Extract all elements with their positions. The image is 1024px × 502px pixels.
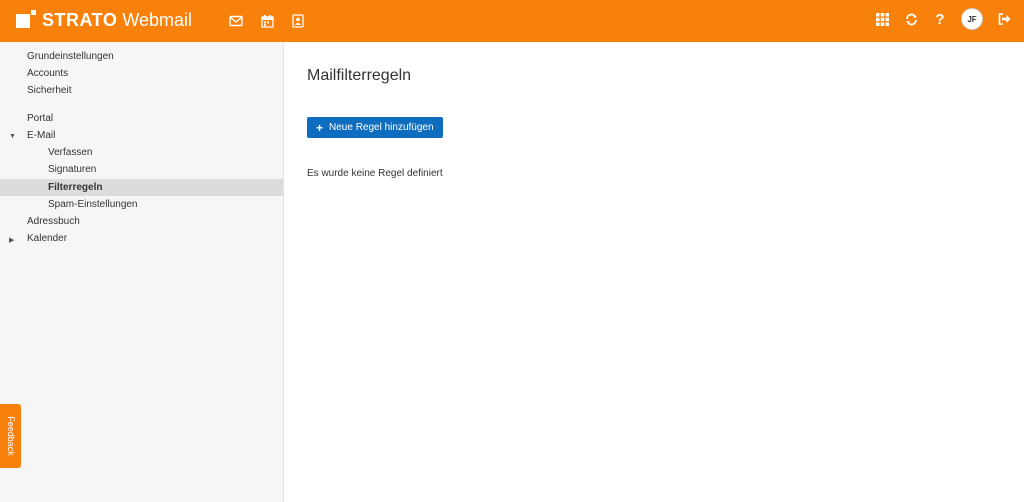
header-actions: ? JF	[874, 8, 1012, 30]
mail-icon[interactable]	[228, 10, 244, 32]
main-content: Mailfilterregeln + Neue Regel hinzufügen…	[285, 42, 1024, 502]
logo-product: Webmail	[122, 9, 193, 30]
sidebar-item-filterregeln[interactable]: Filterregeln	[0, 179, 283, 196]
logout-icon[interactable]	[996, 8, 1012, 30]
sidebar-item-spam-einstellungen[interactable]: Spam-Einstellungen	[0, 196, 283, 213]
sidebar-item-accounts[interactable]: Accounts	[0, 65, 283, 82]
strato-logo-mark	[16, 10, 36, 30]
address-book-icon[interactable]	[290, 10, 306, 32]
help-icon[interactable]: ?	[932, 8, 948, 30]
sidebar-item-grundeinstellungen[interactable]: Grundeinstellungen	[0, 48, 283, 65]
add-rule-label: Neue Regel hinzufügen	[329, 122, 434, 133]
logo-brand: STRATO	[42, 9, 118, 30]
sidebar-item-sicherheit[interactable]: Sicherheit	[0, 82, 283, 99]
strato-logo[interactable]: STRATO Webmail	[16, 8, 192, 32]
add-rule-button[interactable]: + Neue Regel hinzufügen	[307, 117, 443, 138]
calendar-icon[interactable]	[259, 10, 275, 32]
settings-sidebar: Grundeinstellungen Accounts Sicherheit P…	[0, 42, 284, 502]
avatar[interactable]: JF	[961, 8, 983, 30]
page-title: Mailfilterregeln	[307, 67, 412, 84]
apps-grid-icon[interactable]	[874, 8, 890, 30]
sidebar-item-email[interactable]: E-Mail	[0, 127, 283, 144]
refresh-icon[interactable]	[903, 8, 919, 30]
sidebar-item-kalender[interactable]: Kalender	[0, 230, 283, 247]
sidebar-item-verfassen[interactable]: Verfassen	[0, 144, 283, 161]
sidebar-item-adressbuch[interactable]: Adressbuch	[0, 213, 283, 230]
app-switcher	[228, 10, 306, 32]
top-bar: STRATO Webmail ? JF	[0, 0, 1024, 42]
feedback-tab[interactable]: Feedback	[0, 404, 21, 468]
sidebar-item-signaturen[interactable]: Signaturen	[0, 161, 283, 178]
feedback-label: Feedback	[5, 416, 16, 456]
empty-state-message: Es wurde keine Regel definiert	[307, 168, 443, 179]
sidebar-item-portal[interactable]: Portal	[0, 110, 283, 127]
plus-icon: +	[316, 120, 324, 135]
